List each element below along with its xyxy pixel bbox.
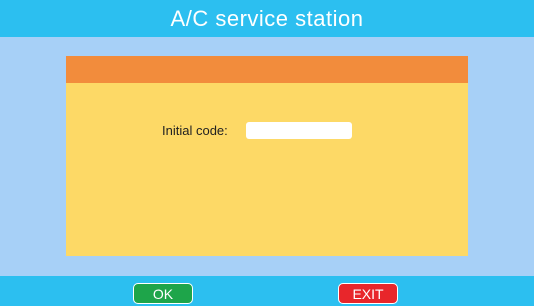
initial-code-input[interactable] (246, 122, 352, 139)
ok-button[interactable]: OK (133, 283, 193, 304)
footer-bar (0, 276, 534, 306)
code-dialog: Initial code: (66, 56, 468, 256)
initial-code-label: Initial code: (162, 123, 228, 138)
app-title: A/C service station (0, 0, 534, 37)
dialog-header (66, 56, 468, 83)
exit-button[interactable]: EXIT (338, 283, 398, 304)
